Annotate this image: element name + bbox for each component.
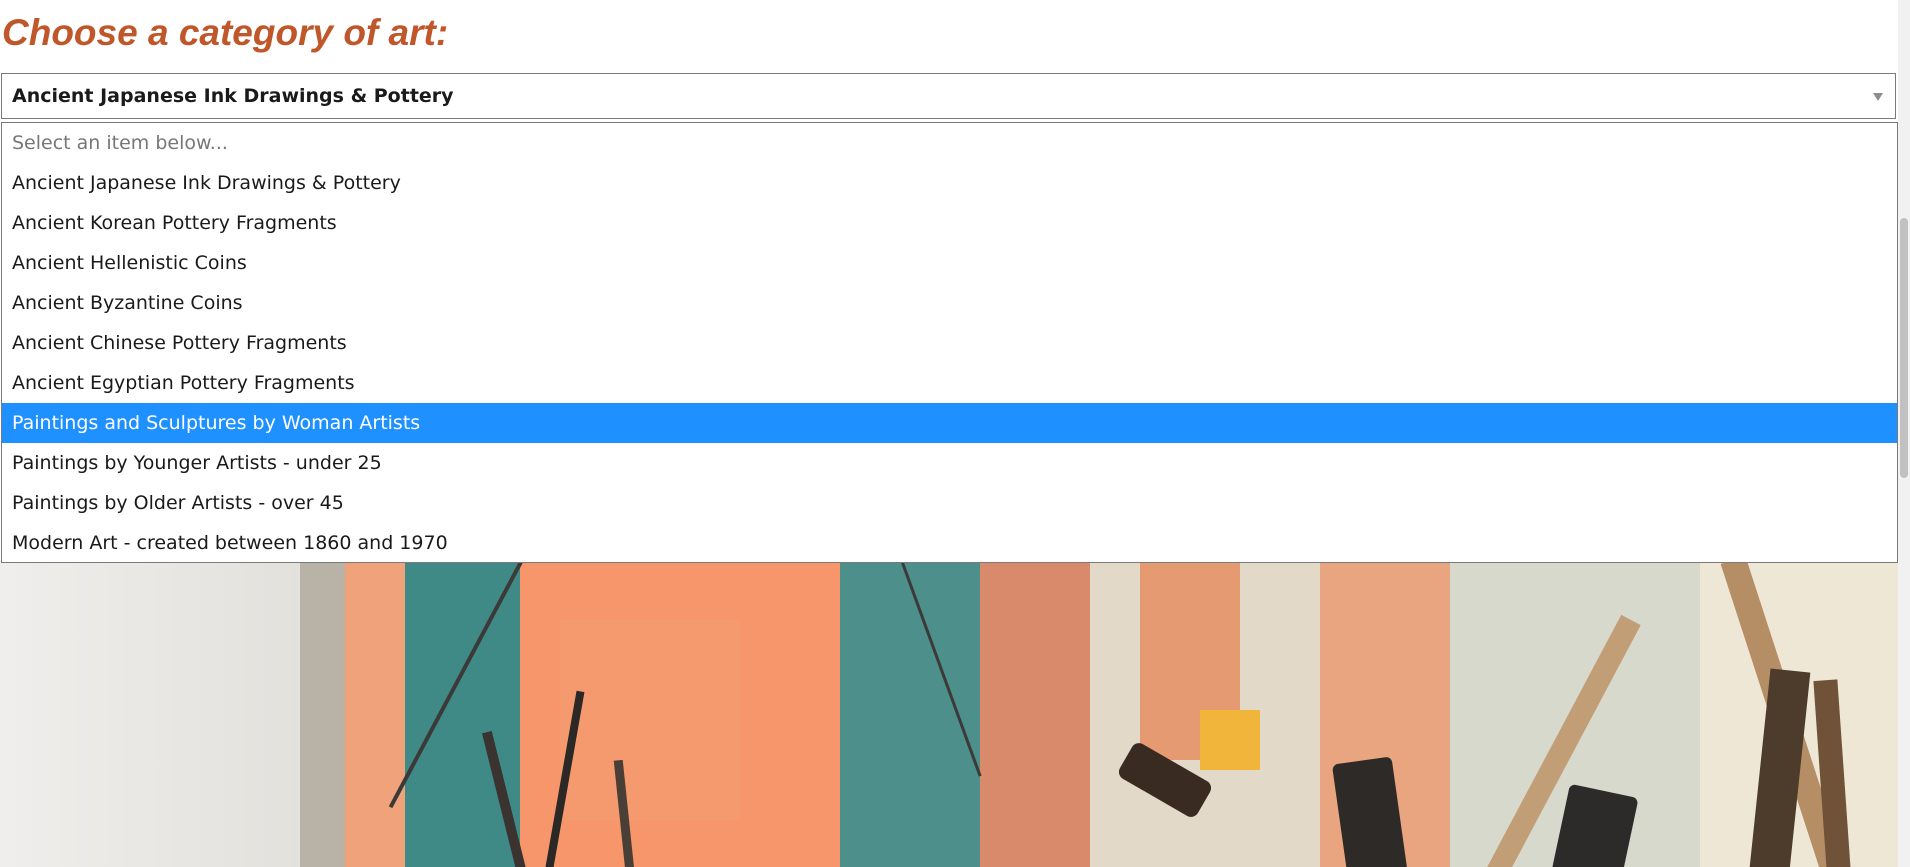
hero-image	[0, 560, 1898, 867]
dropdown-option[interactable]: Ancient Egyptian Pottery Fragments	[2, 363, 1897, 403]
dropdown-option[interactable]: Ancient Japanese Ink Drawings & Pottery	[2, 163, 1897, 203]
category-select[interactable]: Ancient Japanese Ink Drawings & Pottery	[1, 73, 1896, 119]
dropdown-option[interactable]: Paintings by Younger Artists - under 25	[2, 443, 1897, 483]
page-title: Choose a category of art:	[2, 12, 449, 53]
dropdown-option[interactable]: Ancient Hellenistic Coins	[2, 243, 1897, 283]
dropdown-option[interactable]: Ancient Korean Pottery Fragments	[2, 203, 1897, 243]
dropdown-option[interactable]: Paintings by Older Artists - over 45	[2, 483, 1897, 523]
scrollbar-thumb[interactable]	[1900, 218, 1908, 478]
category-select-value: Ancient Japanese Ink Drawings & Pottery	[12, 85, 454, 107]
page-scrollbar[interactable]	[1898, 0, 1910, 867]
dropdown-option[interactable]: Modern Art - created between 1860 and 19…	[2, 523, 1897, 562]
chevron-down-icon[interactable]	[1873, 93, 1883, 101]
dropdown-option[interactable]: Ancient Byzantine Coins	[2, 283, 1897, 323]
dropdown-option[interactable]: Ancient Chinese Pottery Fragments	[2, 323, 1897, 363]
category-dropdown-list: Select an item below... Ancient Japanese …	[1, 122, 1898, 563]
dropdown-option[interactable]: Paintings and Sculptures by Woman Artist…	[2, 403, 1897, 443]
page: Choose a category of art: Ancient Japane…	[0, 0, 1910, 867]
dropdown-placeholder-option[interactable]: Select an item below...	[2, 123, 1897, 163]
